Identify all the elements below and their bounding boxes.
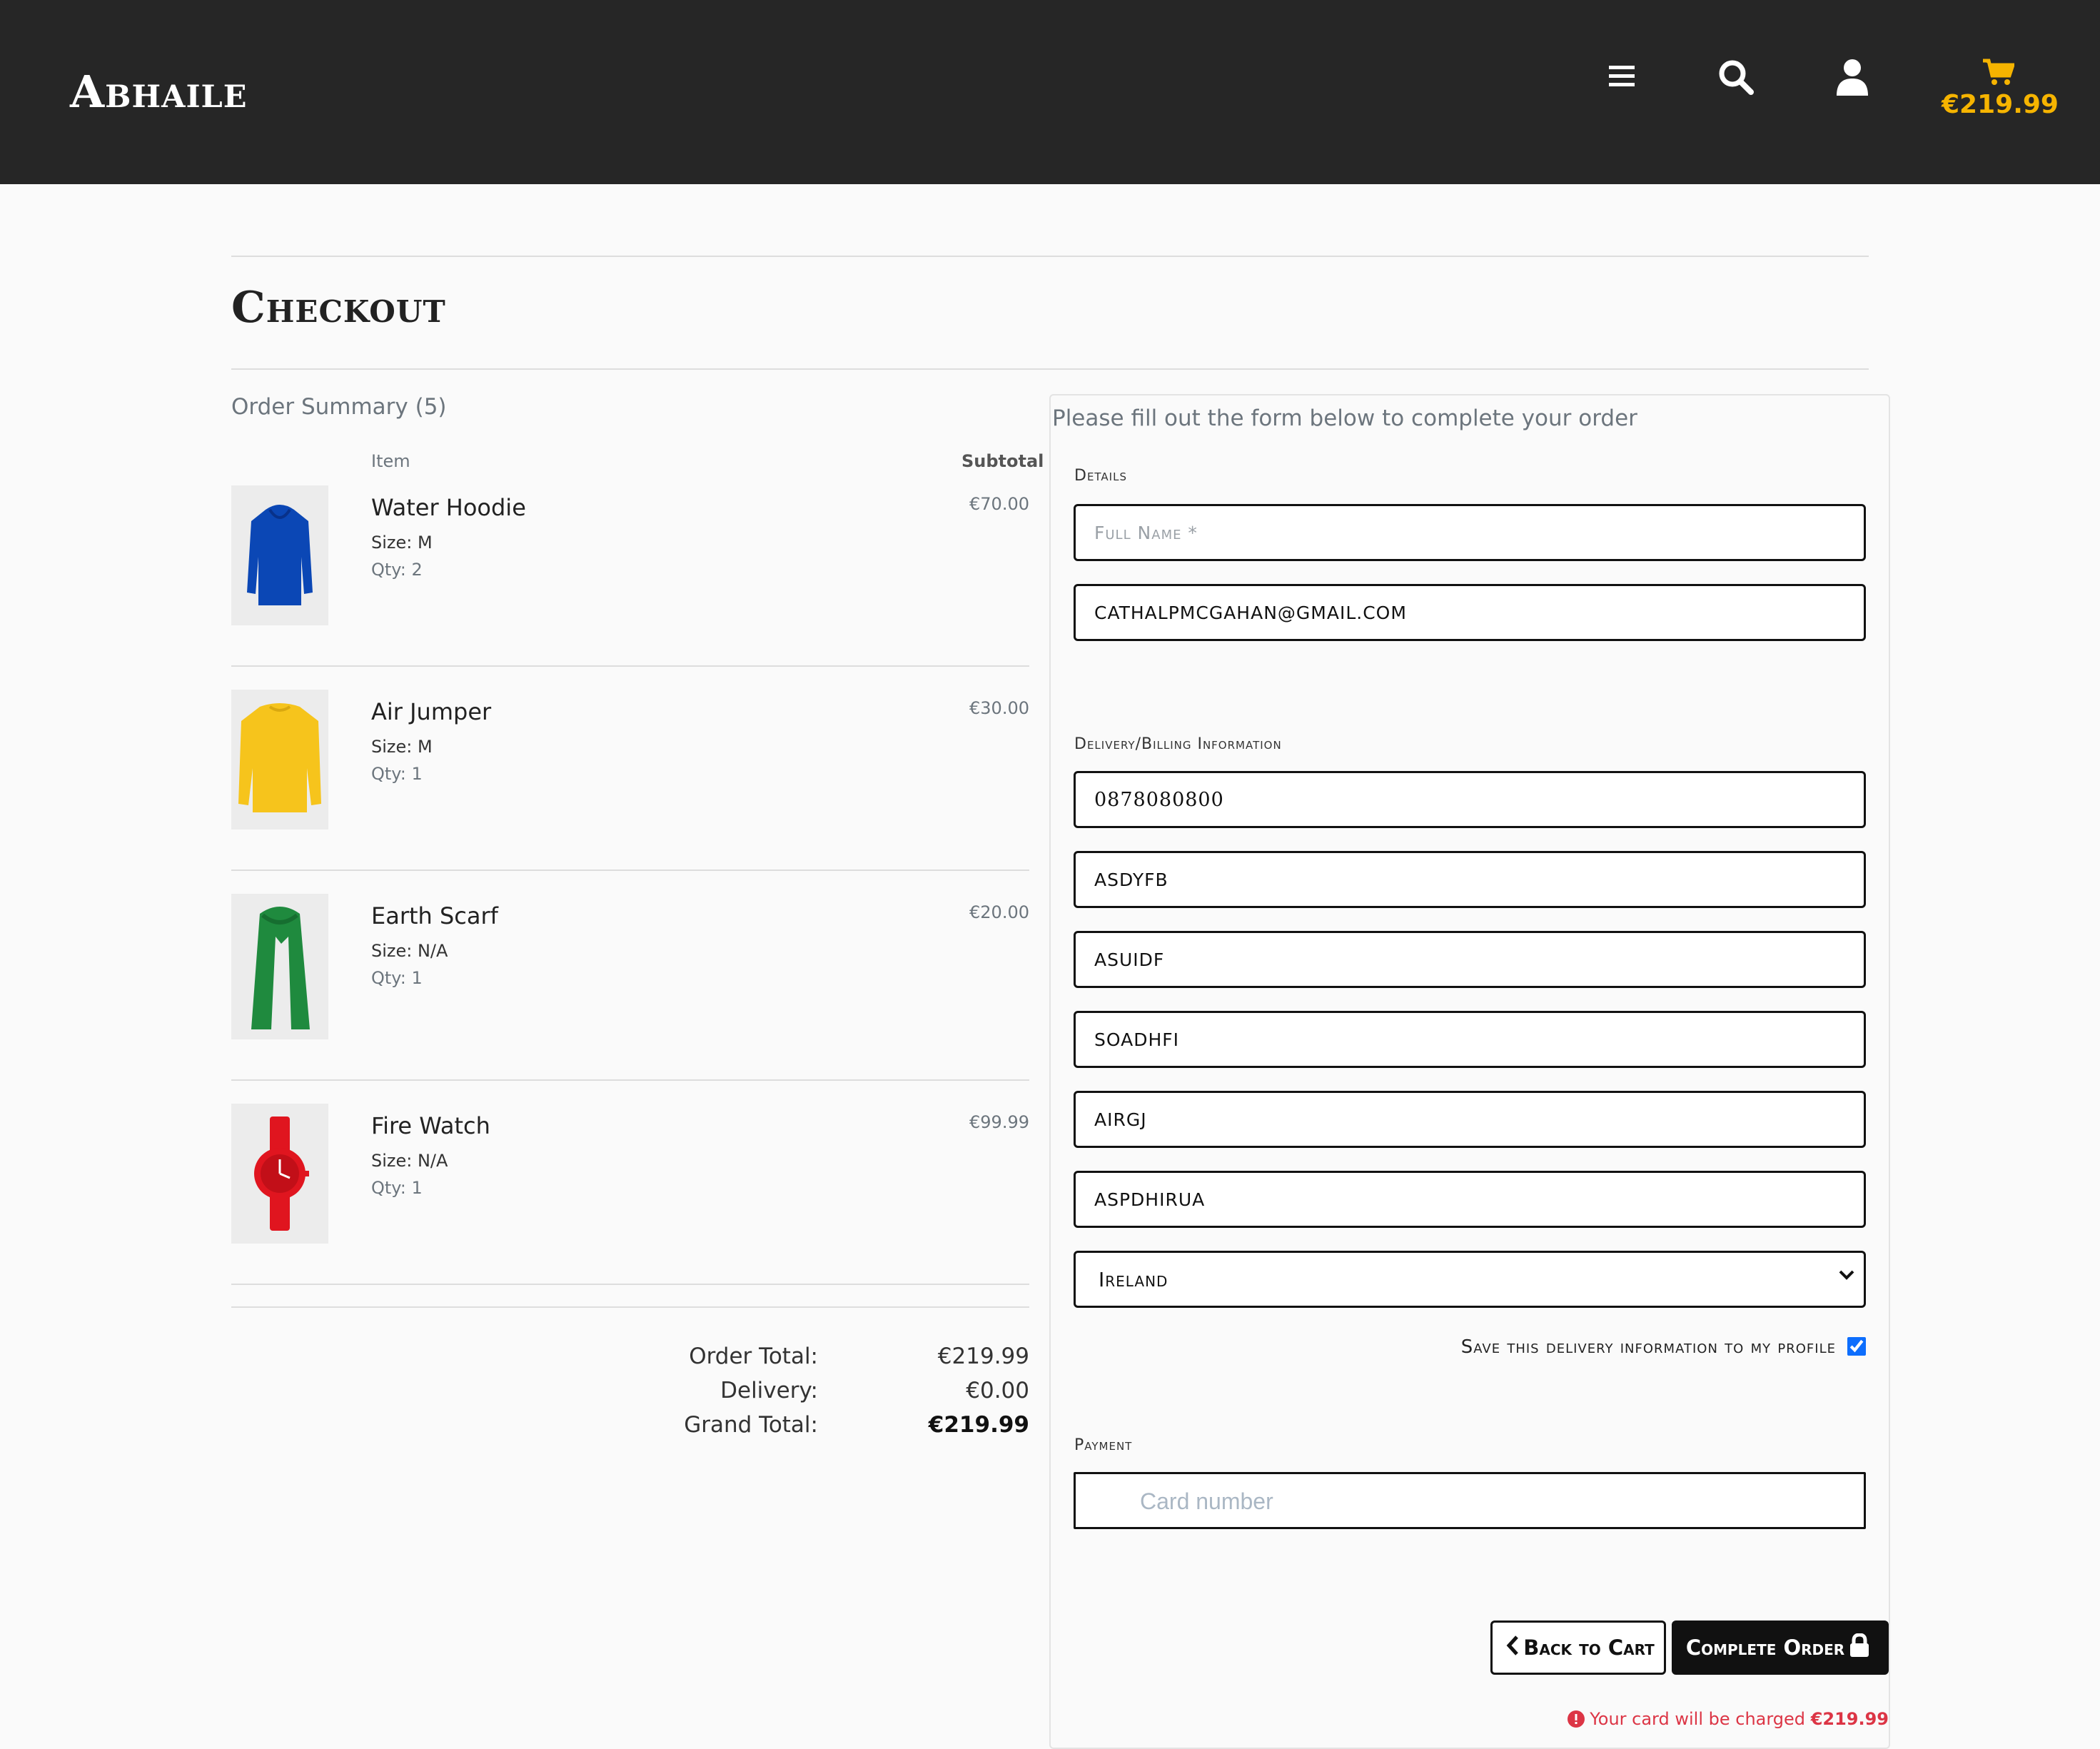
delivery-legend: Delivery/Billing Information <box>1074 735 1282 753</box>
town-field[interactable] <box>1074 1011 1866 1068</box>
back-to-cart-button[interactable]: Back to Cart <box>1490 1621 1666 1675</box>
email-field[interactable] <box>1074 584 1866 641</box>
item-size: Size: M <box>371 533 433 553</box>
user-icon[interactable] <box>1836 59 1869 99</box>
delivery-label: Delivery: <box>720 1378 818 1403</box>
item-size: Size: N/A <box>371 941 448 961</box>
postcode-field[interactable] <box>1074 1171 1866 1228</box>
save-info-checkbox[interactable] <box>1847 1337 1866 1356</box>
address-line2-field[interactable] <box>1074 931 1866 988</box>
item-price: €20.00 <box>969 902 1029 922</box>
divider <box>231 1079 1029 1081</box>
delivery-value: €0.00 <box>966 1378 1029 1403</box>
cart-button[interactable]: €219.99 <box>1942 59 2059 119</box>
divider <box>231 1284 1029 1285</box>
site-header: Abhaile €219.99 <box>0 0 2100 184</box>
item-name: Earth Scarf <box>371 902 498 929</box>
save-info-label: Save this delivery information to my pro… <box>1460 1336 1836 1358</box>
brand-logo[interactable]: Abhaile <box>70 66 248 118</box>
product-image[interactable] <box>231 690 328 830</box>
item-qty: Qty: 1 <box>371 968 423 988</box>
complete-order-button[interactable]: Complete Order <box>1672 1621 1889 1675</box>
complete-order-label: Complete Order <box>1685 1635 1845 1660</box>
item-name: Fire Watch <box>371 1112 490 1139</box>
column-header-item: Item <box>371 451 410 471</box>
divider <box>231 870 1029 871</box>
order-total-label: Order Total: <box>689 1344 818 1369</box>
divider <box>231 368 1869 370</box>
grand-total-label: Grand Total: <box>684 1412 818 1438</box>
charge-amount: €219.99 <box>1810 1709 1889 1729</box>
menu-icon[interactable] <box>1609 66 1635 90</box>
product-image[interactable] <box>231 894 328 1039</box>
item-name: Water Hoodie <box>371 494 526 521</box>
back-to-cart-label: Back to Cart <box>1523 1635 1655 1660</box>
product-image[interactable] <box>231 1104 328 1244</box>
item-price: €70.00 <box>969 494 1029 514</box>
order-summary-label: Order Summary (5) <box>231 394 447 420</box>
item-name: Air Jumper <box>371 698 492 725</box>
item-size: Size: N/A <box>371 1151 448 1171</box>
alert-icon <box>1567 1709 1585 1729</box>
item-qty: Qty: 2 <box>371 560 423 580</box>
item-qty: Qty: 1 <box>371 1178 423 1198</box>
country-select[interactable]: Ireland <box>1074 1251 1866 1308</box>
divider <box>231 256 1869 257</box>
divider <box>231 1306 1029 1308</box>
page-title: Checkout <box>231 283 446 333</box>
chevron-left-icon <box>1502 1635 1523 1660</box>
search-icon[interactable] <box>1717 59 1755 99</box>
charge-note-text: Your card will be charged <box>1590 1709 1806 1729</box>
item-price: €99.99 <box>969 1112 1029 1132</box>
product-image[interactable] <box>231 485 328 625</box>
lock-icon <box>1844 1632 1874 1663</box>
card-number-field[interactable]: Card number <box>1074 1472 1866 1529</box>
details-legend: Details <box>1074 467 1127 485</box>
item-qty: Qty: 1 <box>371 764 423 784</box>
payment-legend: Payment <box>1074 1436 1133 1454</box>
divider <box>231 665 1029 667</box>
cart-total: €219.99 <box>1942 90 2059 119</box>
charge-note: Your card will be charged €219.99 <box>1567 1709 1889 1729</box>
card-placeholder: Card number <box>1140 1488 1273 1514</box>
grand-total-value: €219.99 <box>928 1412 1029 1438</box>
item-price: €30.00 <box>969 698 1029 718</box>
column-header-subtotal: Subtotal <box>961 451 1044 471</box>
full-name-field[interactable] <box>1074 504 1866 561</box>
phone-field[interactable] <box>1074 771 1866 828</box>
cart-icon <box>1983 59 2016 89</box>
order-total-value: €219.99 <box>937 1344 1029 1369</box>
county-field[interactable] <box>1074 1091 1866 1148</box>
form-intro: Please fill out the form below to comple… <box>1052 405 1637 431</box>
save-info-row: Save this delivery information to my pro… <box>1413 1336 1866 1358</box>
address-line1-field[interactable] <box>1074 851 1866 908</box>
item-size: Size: M <box>371 737 433 757</box>
